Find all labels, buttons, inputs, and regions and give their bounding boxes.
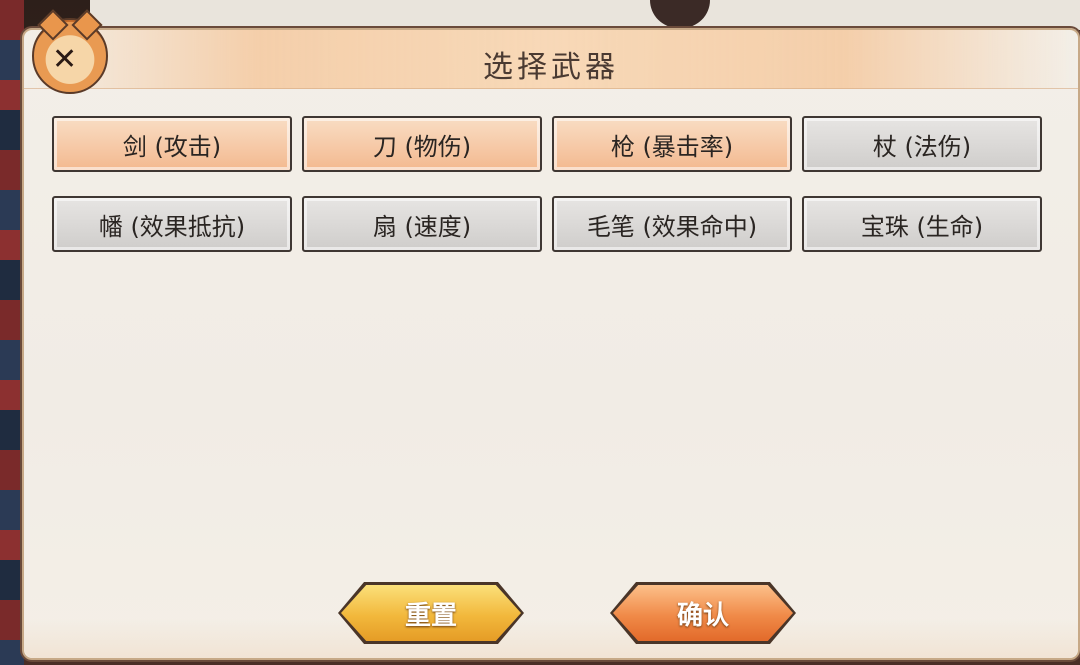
weapon-option-orb[interactable]: 宝珠 (生命) (802, 196, 1042, 252)
weapon-option-blade[interactable]: 刀 (物伤) (302, 116, 542, 172)
weapon-options-grid: 剑 (攻击) 刀 (物伤) 枪 (暴击率) 杖 (法伤) 幡 (效果抵抗) 扇 … (52, 116, 1042, 252)
confirm-button-label: 确认 (676, 600, 729, 631)
weapon-select-dialog: 选择武器 ✕ 剑 (攻击) 刀 (物伤) 枪 (暴击率) 杖 (法伤) 幡 (效… (22, 9, 1080, 660)
weapon-option-staff[interactable]: 杖 (法伤) (802, 116, 1042, 172)
panel-bottom-decoration (24, 618, 1078, 658)
weapon-option-spear[interactable]: 枪 (暴击率) (552, 116, 792, 172)
weapon-option-banner[interactable]: 幡 (效果抵抗) (52, 196, 292, 252)
reset-button-label: 重置 (404, 600, 457, 631)
reset-button[interactable]: 重置 (338, 582, 524, 644)
background-scene-top (90, 0, 1080, 30)
tiger-mascot-icon: ✕ (32, 9, 108, 94)
title-bar: 选择武器 (24, 30, 1078, 89)
weapon-option-sword[interactable]: 剑 (攻击) (52, 116, 292, 172)
weapon-option-fan[interactable]: 扇 (速度) (302, 196, 542, 252)
confirm-button[interactable]: 确认 (610, 582, 796, 644)
dialog-title: 选择武器 (483, 50, 619, 85)
background-scene-left (0, 0, 24, 665)
weapon-option-brush[interactable]: 毛笔 (效果命中) (552, 196, 792, 252)
background-character (650, 0, 710, 28)
mascot-face: ✕ (52, 42, 78, 77)
